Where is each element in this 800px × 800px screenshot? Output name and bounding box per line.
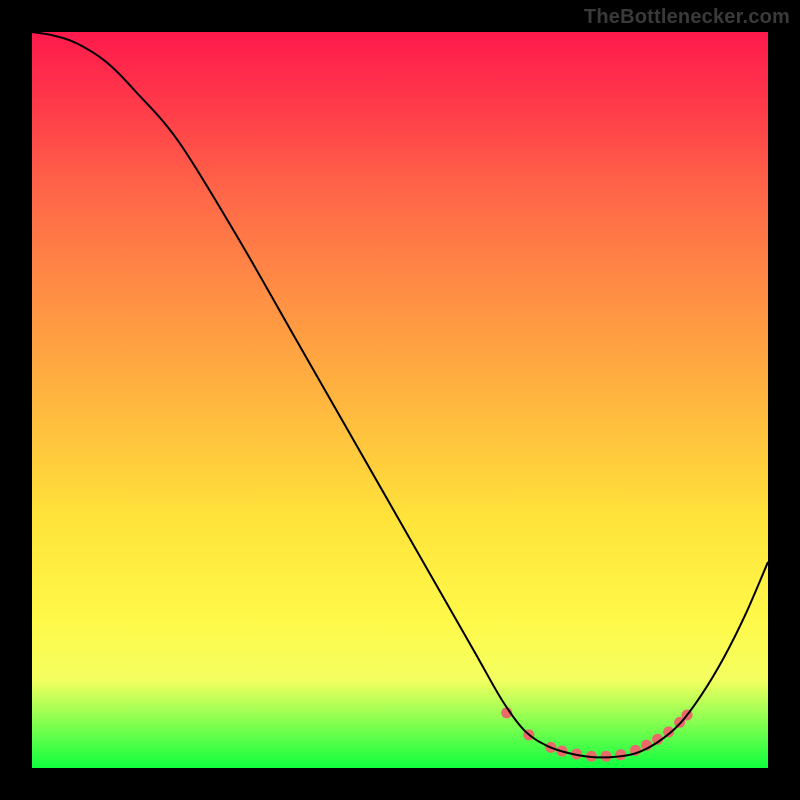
bottleneck-curve: [32, 32, 768, 757]
watermark-text: TheBottlenecker.com: [584, 6, 790, 29]
chart-svg: [32, 32, 768, 768]
chart-container: TheBottlenecker.com: [0, 0, 800, 800]
marker-dot: [615, 749, 626, 760]
plot-area: [32, 32, 768, 768]
